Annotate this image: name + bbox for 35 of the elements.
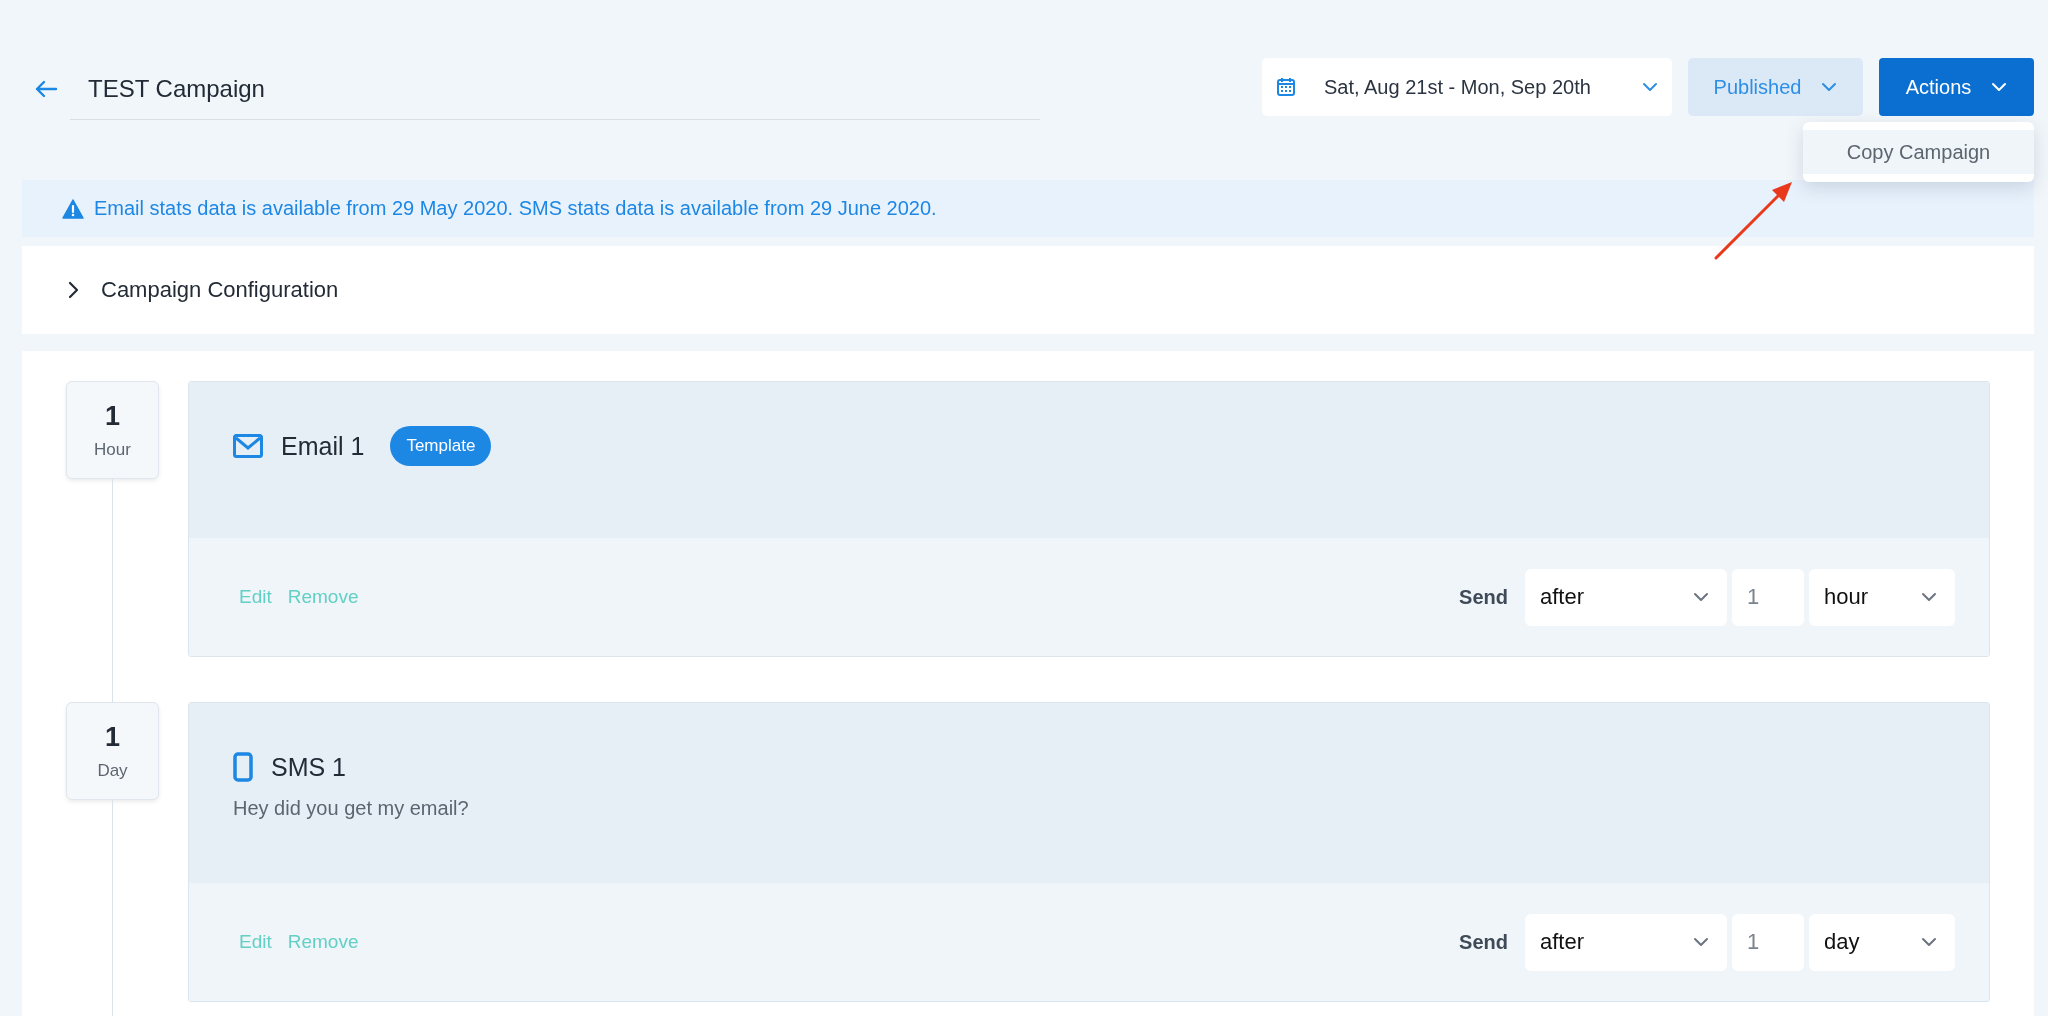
notice-text: Email stats data is available from 29 May 2020. SMS stats data is available from 29 June 2020. [94, 197, 937, 220]
amount-field[interactable]: 1 [1732, 568, 1804, 626]
timing-select[interactable]: after [1525, 913, 1727, 971]
menu-item[interactable]: Copy Campaign [1803, 130, 2034, 174]
calendar-icon [1276, 77, 1296, 97]
chevron-down-icon [1921, 937, 1937, 947]
warning-icon [62, 198, 84, 219]
step-title: SMS 1 [271, 752, 347, 782]
template-tag: Template [390, 426, 492, 466]
delay-unit: Hour [94, 439, 131, 460]
chevron-down-icon [1693, 592, 1709, 602]
campaign-name-field[interactable]: TEST Campaign [70, 58, 1040, 120]
chevron-down-icon [1642, 82, 1658, 92]
send-label: Send [1459, 585, 1508, 609]
delay-unit: Day [97, 760, 128, 781]
actions-dropdown[interactable]: Actions [1879, 58, 2034, 116]
unit-select[interactable]: day [1809, 913, 1955, 971]
section-toggle[interactable]: Campaign Configuration [22, 246, 339, 334]
delay-value: 1 [105, 721, 120, 753]
date-range-picker[interactable]: Sat, Aug 21st - Mon, Sep 20th [1262, 58, 1672, 116]
chevron-down-icon [1693, 937, 1709, 947]
unit-select[interactable]: hour [1809, 568, 1955, 626]
chevron-down-icon [1991, 82, 2008, 92]
send-label: Send [1459, 930, 1508, 954]
step-title: Email 1 [281, 431, 365, 461]
envelope-icon [233, 434, 263, 458]
status-dropdown[interactable]: Published [1688, 58, 1863, 116]
amount-field[interactable]: 1 [1732, 913, 1804, 971]
message-preview: Hey did you get my email? [233, 797, 470, 820]
phone-icon [233, 752, 253, 782]
back-arrow-icon[interactable] [34, 80, 58, 98]
delay-value: 1 [105, 400, 120, 432]
timing-select[interactable]: after [1525, 568, 1727, 626]
chevron-down-icon [1821, 82, 1838, 92]
chevron-down-icon [1921, 592, 1937, 602]
